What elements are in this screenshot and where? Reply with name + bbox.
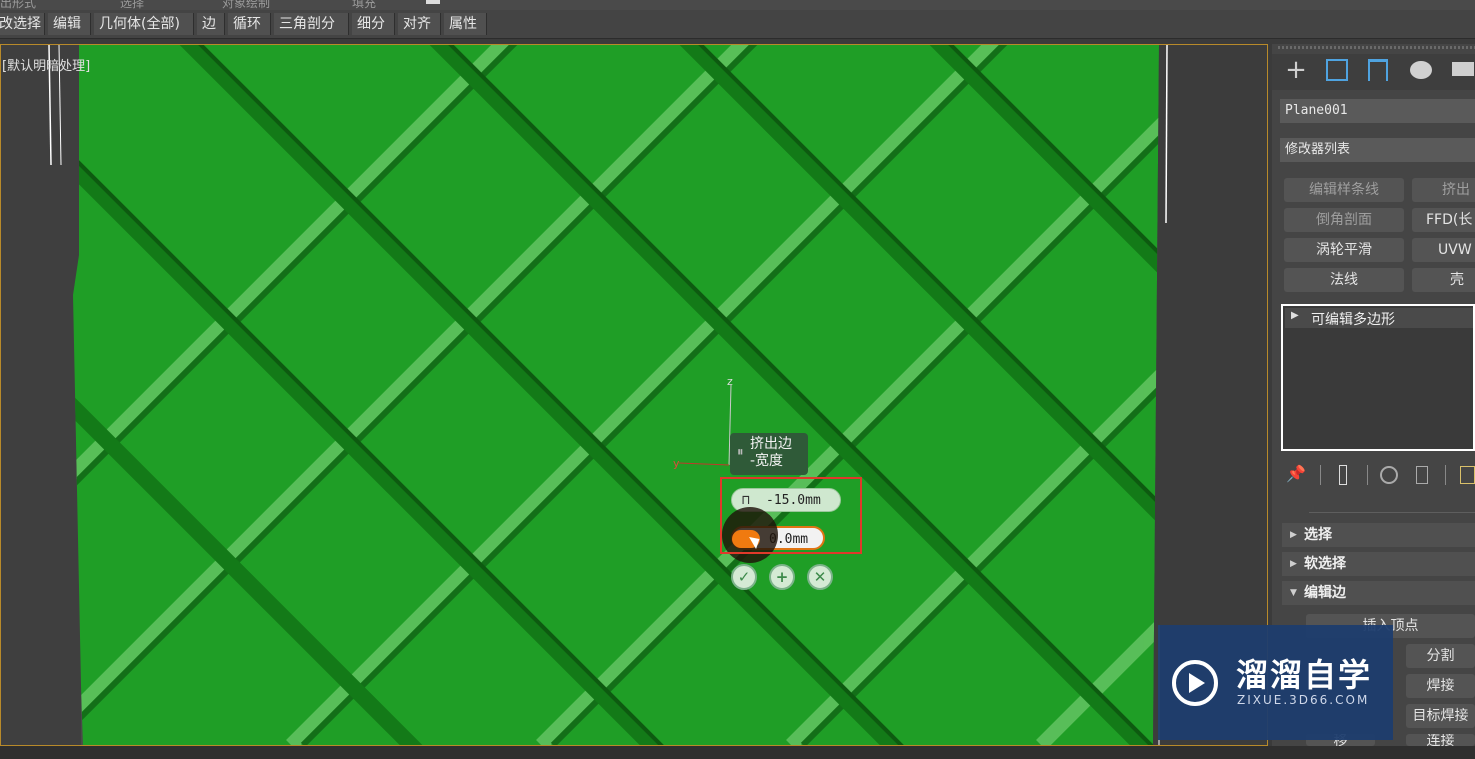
- ribbon-button-subdivision[interactable]: 细分: [352, 13, 395, 35]
- cancel-icon[interactable]: ✕: [807, 564, 833, 590]
- window-control-icon[interactable]: [426, 0, 440, 4]
- rollout-label: 编辑边: [1304, 585, 1346, 601]
- ribbon-tab[interactable]: 出形式: [0, 0, 36, 10]
- apply-icon[interactable]: +: [769, 564, 795, 590]
- rollout-selection[interactable]: ▶ 选择: [1282, 523, 1475, 547]
- object-name-field[interactable]: Plane001: [1280, 99, 1475, 123]
- ribbon-button-edges[interactable]: 边: [197, 13, 225, 35]
- panel-separator: [1309, 512, 1475, 513]
- pin-stack-icon[interactable]: 📌: [1286, 464, 1306, 483]
- modifier-button-edit-spline[interactable]: 编辑样条线: [1284, 178, 1404, 202]
- connect-button[interactable]: 连接: [1406, 734, 1475, 746]
- perspective-viewport[interactable]: z y: [0, 44, 1268, 746]
- gizmo-z-axis-label: z: [727, 375, 733, 388]
- configure-icon[interactable]: [1460, 466, 1475, 484]
- modifier-button-turbosmooth[interactable]: 涡轮平滑: [1284, 238, 1404, 262]
- caddy-grip-icon[interactable]: ⏸: [737, 444, 744, 461]
- gizmo-y-axis-label: y: [673, 457, 680, 470]
- watermark-name: 溜溜自学: [1236, 656, 1373, 694]
- ribbon-button-geometry-all[interactable]: 几何体(全部): [94, 13, 194, 35]
- ribbon-tab[interactable]: 对象绘制: [222, 0, 270, 10]
- rollout-label: 选择: [1304, 527, 1332, 543]
- stack-item-label: 可编辑多边形: [1311, 312, 1395, 328]
- caddy-title-line1: 挤出边: [750, 436, 792, 452]
- modifier-stack[interactable]: ▶ 可编辑多边形: [1281, 304, 1475, 451]
- modifier-button-shell[interactable]: 壳: [1412, 268, 1475, 292]
- watermark-play-logo-icon: [1172, 660, 1218, 706]
- rollout-soft-selection[interactable]: ▶ 软选择: [1282, 552, 1475, 576]
- make-unique-icon[interactable]: [1380, 466, 1398, 484]
- watermark-url: ZIXUE.3D66.COM: [1237, 693, 1370, 707]
- rollout-expanded-icon: ▼: [1290, 588, 1297, 598]
- rollout-edit-edges[interactable]: ▼ 编辑边: [1282, 581, 1475, 605]
- rollout-collapsed-icon: ▶: [1290, 530, 1297, 540]
- ribbon-button-align[interactable]: 对齐: [398, 13, 441, 35]
- modifier-button-bevel-profile[interactable]: 倒角剖面: [1284, 208, 1404, 232]
- viewport-shading-label[interactable]: [默认明暗处理]: [2, 55, 90, 74]
- ribbon-button-modify-selection[interactable]: 改选择: [0, 13, 45, 35]
- modifier-button-uvw-map[interactable]: UVW 贴: [1412, 238, 1475, 262]
- stack-tool-divider: [1445, 465, 1446, 485]
- ok-icon[interactable]: ✓: [731, 564, 757, 590]
- ribbon-button-loops[interactable]: 循环: [228, 13, 271, 35]
- modify-icon[interactable]: [1326, 59, 1348, 81]
- expand-arrow-icon[interactable]: ▶: [1291, 310, 1299, 321]
- target-weld-button[interactable]: 目标焊接: [1406, 704, 1475, 728]
- remove-modifier-icon[interactable]: [1416, 466, 1428, 484]
- stack-item-editable-poly[interactable]: ▶ 可编辑多边形: [1285, 308, 1473, 328]
- top-ribbon-strip: 出形式 选择 对象绘制 填充: [0, 0, 1475, 10]
- play-triangle-icon: [1189, 673, 1205, 693]
- extruded-diamond-mesh: [1, 45, 1267, 745]
- weld-button[interactable]: 焊接: [1406, 674, 1475, 698]
- hierarchy-icon[interactable]: [1368, 59, 1388, 81]
- modifier-button-normal[interactable]: 法线: [1284, 268, 1404, 292]
- show-end-result-icon[interactable]: [1339, 465, 1347, 485]
- motion-icon[interactable]: [1410, 61, 1432, 79]
- ribbon-tab[interactable]: 选择: [120, 0, 144, 10]
- panel-grip[interactable]: [1278, 46, 1475, 49]
- caddy-title-line2: -宽度: [750, 453, 784, 469]
- stack-tool-divider: [1367, 465, 1368, 485]
- ribbon-button-properties[interactable]: 属性: [444, 13, 487, 35]
- selection-highlight-box: [720, 477, 862, 554]
- rollout-collapsed-icon: ▶: [1290, 559, 1297, 569]
- modifier-list-dropdown[interactable]: 修改器列表: [1280, 138, 1475, 162]
- caddy-title: ⏸ 挤出边 -宽度: [730, 433, 808, 475]
- rollout-label: 软选择: [1304, 556, 1346, 572]
- ribbon-button-triangulation[interactable]: 三角剖分: [274, 13, 349, 35]
- display-icon[interactable]: [1452, 62, 1474, 76]
- modifier-button-extrude[interactable]: 挤出: [1412, 178, 1475, 202]
- panel-tabs: +: [1272, 54, 1475, 90]
- modifier-button-ffd[interactable]: FFD(长: [1412, 208, 1475, 232]
- ribbon-button-edit[interactable]: 编辑: [48, 13, 91, 35]
- status-bar: [0, 746, 1475, 759]
- ribbon-toolbar: 改选择 编辑 几何体(全部) 边 循环 三角剖分 细分 对齐 属性: [0, 10, 1475, 39]
- split-button[interactable]: 分割: [1406, 644, 1475, 668]
- create-icon[interactable]: +: [1284, 57, 1308, 84]
- stack-tool-divider: [1320, 465, 1321, 485]
- ribbon-tab[interactable]: 填充: [352, 0, 376, 10]
